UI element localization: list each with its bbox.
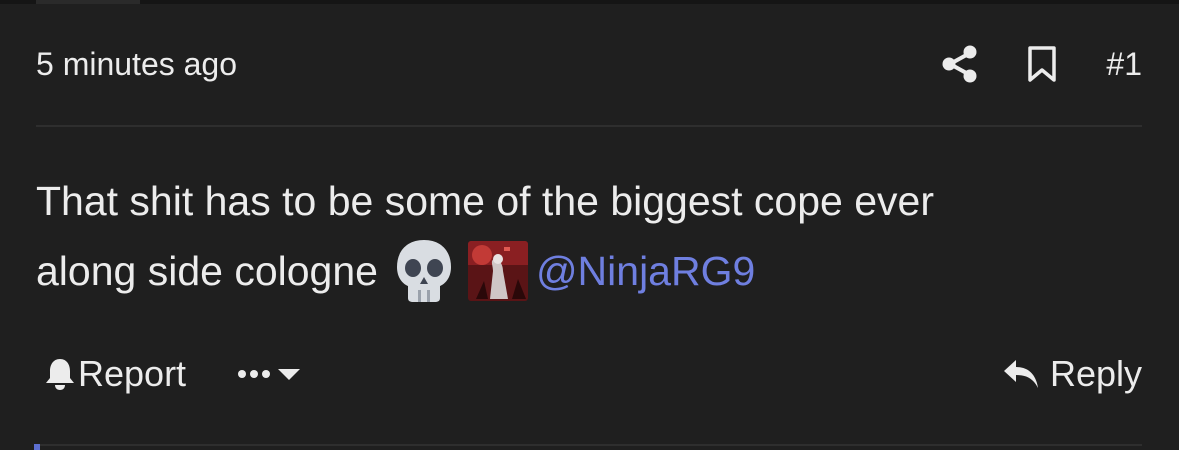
share-icon [942,45,977,83]
caret-down-icon [278,369,301,380]
post-text-line-2: along side cologne [36,248,378,294]
header-divider [36,125,1142,127]
reply-label: Reply [1049,353,1142,394]
post-footer: Report Reply [36,352,1142,396]
report-button[interactable]: Report [36,353,186,395]
post-header: 5 minutes ago #1 [36,44,1142,84]
mention-avatar[interactable] [467,241,528,301]
more-options-button[interactable] [236,366,302,382]
share-button[interactable] [940,44,980,84]
user-mention-link[interactable]: @NinjaRG9 [536,236,755,306]
footer-divider [36,444,1142,446]
report-label: Report [78,353,187,394]
bookmark-button[interactable] [1022,44,1062,84]
bookmark-icon [1028,46,1057,82]
post-body-line: along side cologne @NinjaRG9 [36,236,1142,306]
reply-button[interactable]: Reply [1002,353,1142,395]
post-body-line: That shit has to be some of the biggest … [36,166,1142,236]
post-footer-left: Report [36,353,302,395]
ellipsis-icon [238,370,271,378]
reply-arrow-icon [1003,360,1038,388]
post-header-actions: #1 [940,44,1142,84]
bell-icon [46,359,74,390]
skull-emoji-icon [394,238,454,304]
post-timestamp: 5 minutes ago [36,45,238,82]
post-text-line-1: That shit has to be some of the biggest … [36,178,934,224]
divider-accent [34,444,40,450]
post-body: That shit has to be some of the biggest … [36,166,1142,306]
post-card: 5 minutes ago #1 That shit has to be som… [0,0,1179,450]
post-number-link[interactable]: #1 [1106,46,1142,83]
